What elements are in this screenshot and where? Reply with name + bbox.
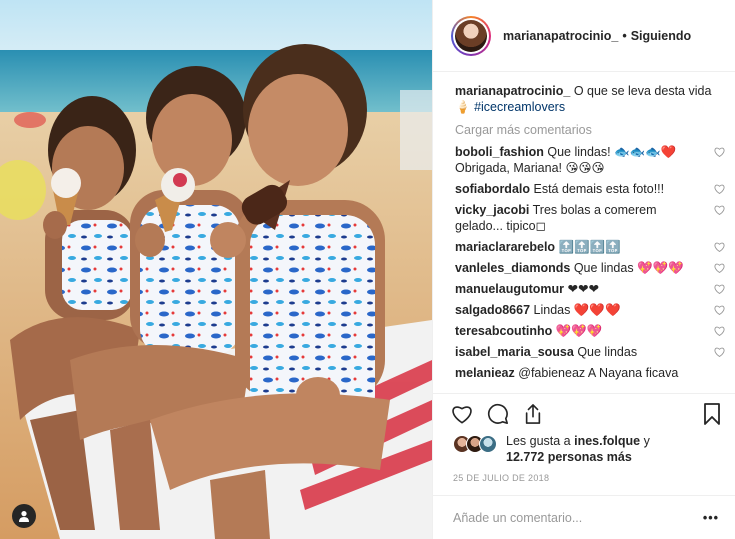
comment-like-heart-icon[interactable] xyxy=(714,347,725,357)
caption-hashtag[interactable]: #icecreamlovers xyxy=(474,100,565,114)
comment-item: mariaclararebelo 🔝🔝🔝🔝 xyxy=(455,239,725,255)
comment-like-heart-icon[interactable] xyxy=(714,184,725,194)
liker-avatars[interactable] xyxy=(453,435,497,453)
comment-text: 🔝🔝🔝🔝 xyxy=(558,240,621,254)
comment-text: 💖💖💖 xyxy=(555,324,603,338)
likes-text: Les gusta a ines.folque y 12.772 persona… xyxy=(506,433,650,465)
comment-item: teresabcoutinho 💖💖💖 xyxy=(455,323,725,339)
bookmark-icon xyxy=(704,402,720,425)
post-header: marianapatrocinio_ • Siguiendo xyxy=(433,0,735,72)
comment-like-heart-icon[interactable] xyxy=(714,326,725,336)
share-icon xyxy=(525,403,541,424)
comment-like-heart-icon[interactable] xyxy=(714,242,725,252)
comment-like-heart-icon[interactable] xyxy=(714,263,725,273)
comment-username[interactable]: sofiabordalo xyxy=(455,182,530,196)
comment-username[interactable]: boboli_fashion xyxy=(455,145,544,159)
comment-item: vicky_jacobi Tres bolas a comerem gelado… xyxy=(455,202,725,234)
comment-like-heart-icon[interactable] xyxy=(714,305,725,315)
following-button[interactable]: Siguiendo xyxy=(631,29,691,43)
avatar-image xyxy=(455,19,487,52)
comment-text: @fabieneaz A Nayana ficava xyxy=(518,366,679,380)
liker-avatar xyxy=(479,435,497,453)
like-button[interactable] xyxy=(451,404,473,424)
caption-username[interactable]: marianapatrocinio_ xyxy=(455,84,570,98)
header-separator: • xyxy=(622,28,627,43)
post-actions-bar xyxy=(433,393,735,433)
comment-text: Está demais esta foto!!! xyxy=(533,182,665,196)
comment-text: ❤❤❤ xyxy=(567,282,599,296)
post-side-panel: marianapatrocinio_ • Siguiendo marianapa… xyxy=(432,0,735,539)
instagram-post: marianapatrocinio_ • Siguiendo marianapa… xyxy=(0,0,735,539)
comment-item: boboli_fashion Que lindas! 🐟🐟🐟❤️ Obrigad… xyxy=(455,144,725,176)
comment-text: Que lindas xyxy=(577,345,638,359)
comment-username[interactable]: mariaclararebelo xyxy=(455,240,555,254)
avatar[interactable] xyxy=(451,15,491,56)
save-button[interactable] xyxy=(703,402,721,425)
post-date[interactable]: 25 DE JULIO DE 2018 xyxy=(433,465,735,495)
comments-list[interactable]: marianapatrocinio_ O que se leva desta v… xyxy=(433,72,735,393)
more-options-button[interactable]: ••• xyxy=(703,511,719,525)
add-comment-bar: Añade un comentario... ••• xyxy=(433,495,735,539)
comment-username[interactable]: vicky_jacobi xyxy=(455,203,529,217)
comment-item: salgado8667 Lindas ❤️❤️❤️ xyxy=(455,302,725,318)
comment-text: Que lindas 💖💖💖 xyxy=(573,261,684,275)
comment-item: sofiabordalo Está demais esta foto!!! xyxy=(455,181,725,197)
likes-username[interactable]: ines.folque xyxy=(574,434,640,448)
post-photo[interactable] xyxy=(0,0,432,539)
add-comment-input[interactable]: Añade un comentario... xyxy=(453,511,582,525)
comment-username[interactable]: isabel_maria_sousa xyxy=(455,345,574,359)
header-username[interactable]: marianapatrocinio_ xyxy=(503,29,618,43)
comment-item: vanleles_diamonds Que lindas 💖💖💖 xyxy=(455,260,725,276)
likes-count[interactable]: 12.772 personas más xyxy=(506,450,632,464)
comment-username[interactable]: teresabcoutinho xyxy=(455,324,552,338)
likes-summary: Les gusta a ines.folque y 12.772 persona… xyxy=(433,433,735,465)
comment-username[interactable]: manuelaugutomur xyxy=(455,282,564,296)
comment-username[interactable]: melanieaz xyxy=(455,366,515,380)
comment-item: isabel_maria_sousa Que lindas xyxy=(455,344,725,360)
beach-photo-illustration xyxy=(0,0,432,539)
comment-item: manuelaugutomur ❤❤❤ xyxy=(455,281,725,297)
comment-like-heart-icon[interactable] xyxy=(714,284,725,294)
comment-text: Lindas ❤️❤️❤️ xyxy=(533,303,621,317)
share-button[interactable] xyxy=(523,403,543,425)
comment-username[interactable]: vanleles_diamonds xyxy=(455,261,570,275)
likes-prefix: Les gusta a xyxy=(506,434,571,448)
heart-icon xyxy=(452,405,472,423)
load-more-comments-button[interactable]: Cargar más comentarios xyxy=(455,123,717,137)
user-tag-button[interactable] xyxy=(12,504,36,528)
comment-like-heart-icon[interactable] xyxy=(714,205,725,215)
comment-button[interactable] xyxy=(487,403,509,425)
comment-item: melanieaz @fabieneaz A Nayana ficava xyxy=(455,365,717,381)
comment-icon xyxy=(487,403,508,424)
comment-username[interactable]: salgado8667 xyxy=(455,303,530,317)
likes-conjunction: y xyxy=(643,434,650,448)
user-tag-icon xyxy=(19,511,29,522)
post-caption: marianapatrocinio_ O que se leva desta v… xyxy=(455,83,717,115)
comment-like-heart-icon[interactable] xyxy=(714,147,725,157)
